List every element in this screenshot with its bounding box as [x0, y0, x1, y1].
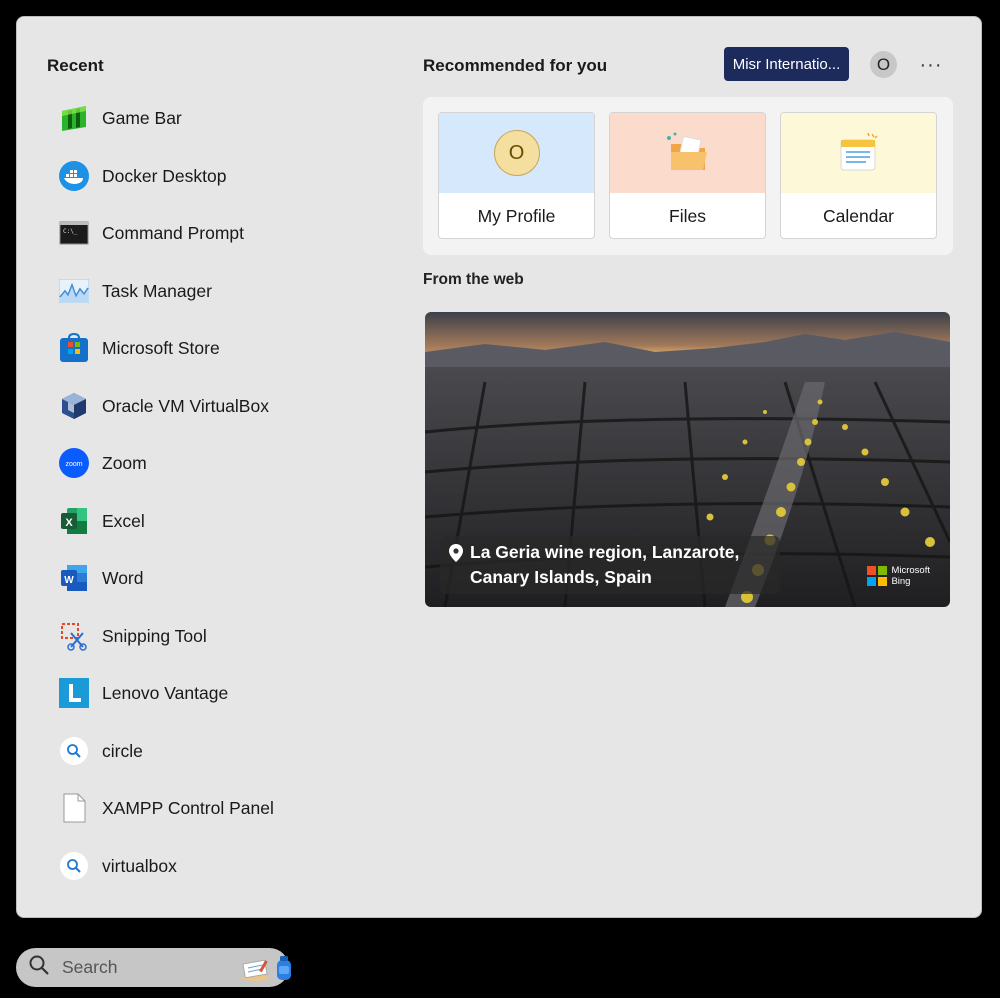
svg-text:W: W [64, 575, 74, 586]
recent-item-label: Microsoft Store [102, 337, 220, 358]
caption-line-2: Canary Islands, Spain [470, 567, 652, 587]
docker-icon [58, 160, 90, 192]
search-highlight-icon [240, 954, 298, 987]
card-label: Calendar [822, 206, 895, 226]
recent-item-label: Snipping Tool [102, 625, 207, 646]
svg-text:C:\_: C:\_ [63, 228, 78, 235]
recent-title: Recent [47, 56, 104, 75]
recent-item-label: Zoom [102, 452, 147, 473]
profile-icon: O [439, 113, 594, 193]
recent-item-label: Command Prompt [102, 222, 244, 243]
web-feature-card[interactable]: La Geria wine region, Lanzarote, Canary … [425, 312, 950, 607]
recent-item-task-manager[interactable]: Task Manager [58, 271, 358, 311]
command-prompt-icon: C:\_ [58, 217, 90, 249]
recent-item-zoom[interactable]: zoom Zoom [58, 443, 358, 483]
svg-text:zoom: zoom [65, 461, 82, 468]
caption-line-1: La Geria wine region, Lanzarote, [470, 542, 740, 562]
search-placeholder: Search [62, 957, 118, 977]
recent-item-docker-desktop[interactable]: Docker Desktop [58, 156, 358, 196]
location-pin-icon [449, 544, 463, 569]
recent-item-command-prompt[interactable]: C:\_ Command Prompt [58, 213, 358, 253]
lenovo-vantage-icon [58, 677, 90, 709]
recent-item-word[interactable]: W Word [58, 558, 358, 598]
search-icon [28, 954, 50, 981]
recent-item-excel[interactable]: X Excel [58, 501, 358, 541]
recent-item-label: Game Bar [102, 107, 182, 128]
card-label: Files [669, 206, 706, 226]
task-manager-icon [58, 275, 90, 307]
search-result-icon [58, 850, 90, 882]
game-bar-icon [58, 102, 90, 134]
recent-item-label: XAMPP Control Panel [102, 797, 274, 818]
recent-item-label: Oracle VM VirtualBox [102, 395, 269, 416]
recent-item-snipping-tool[interactable]: Snipping Tool [58, 616, 358, 656]
more-options-button[interactable]: ··· [918, 52, 944, 78]
profile-avatar: O [493, 130, 540, 176]
image-caption[interactable]: La Geria wine region, Lanzarote, Canary … [440, 536, 780, 594]
file-icon [58, 792, 90, 824]
recent-item-label: Task Manager [102, 280, 212, 301]
microsoft-bing-logo: Microsoft Bing [867, 565, 930, 587]
recent-item-lenovo-vantage[interactable]: Lenovo Vantage [58, 673, 358, 713]
recent-item-virtualbox[interactable]: Oracle VM VirtualBox [58, 386, 358, 426]
files-icon [610, 113, 765, 193]
bing-line-2: Bing [891, 576, 911, 587]
virtualbox-icon [58, 390, 90, 422]
recommended-title: Recommended for you [423, 56, 608, 75]
recommended-card-files[interactable]: Files [609, 112, 766, 239]
excel-icon: X [58, 505, 90, 537]
recent-item-label: Lenovo Vantage [102, 682, 229, 703]
word-icon: W [58, 562, 90, 594]
recent-item-microsoft-store[interactable]: Microsoft Store [58, 328, 358, 368]
recent-item-circle[interactable]: circle [58, 731, 358, 771]
bing-line-1: Microsoft [891, 565, 930, 576]
card-label: My Profile [477, 206, 556, 226]
recommended-box: O My Profile Files Calendar [423, 97, 953, 255]
zoom-icon: zoom [58, 447, 90, 479]
recommended-card-my-profile[interactable]: O My Profile [438, 112, 595, 239]
recent-item-label: Docker Desktop [102, 165, 227, 186]
search-result-icon [58, 735, 90, 767]
snipping-tool-icon [58, 620, 90, 652]
recent-item-label: virtualbox [102, 855, 177, 876]
avatar[interactable]: O [870, 51, 897, 78]
recent-item-xampp[interactable]: XAMPP Control Panel [58, 788, 358, 828]
taskbar-search-box[interactable]: Search [16, 948, 291, 987]
account-button[interactable]: Misr Internatio... [724, 47, 849, 81]
recommended-card-calendar[interactable]: Calendar [780, 112, 937, 239]
calendar-icon [781, 113, 936, 193]
svg-text:X: X [65, 517, 73, 529]
recent-item-label: Excel [102, 510, 145, 531]
recent-item-label: Word [102, 567, 144, 588]
recent-item-game-bar[interactable]: Game Bar [58, 98, 358, 138]
microsoft-logo-icon [867, 566, 888, 586]
recent-item-label: circle [102, 740, 143, 761]
microsoft-store-icon [58, 332, 90, 364]
recent-item-virtualbox-search[interactable]: virtualbox [58, 846, 358, 886]
from-the-web-title: From the web [423, 271, 524, 288]
